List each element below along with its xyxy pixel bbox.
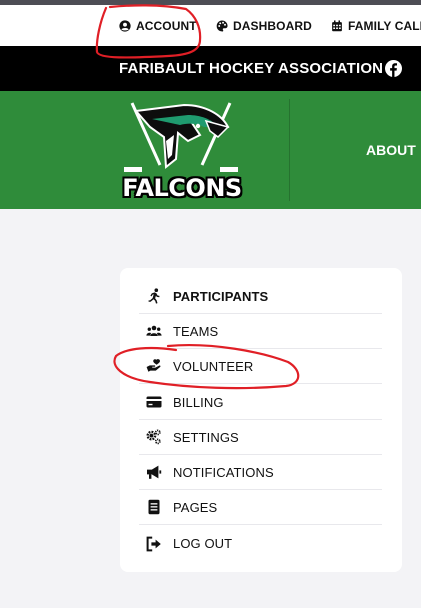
menu-item-participants[interactable]: PARTICIPANTS [139,279,382,314]
megaphone-icon [147,465,162,479]
facebook-icon[interactable] [385,60,402,77]
logo-wordmark: FALCONS [122,174,242,202]
sign-out-icon [146,536,161,551]
menu-item-label: TEAMS [173,323,219,339]
users-icon [146,325,162,336]
menu-item-log-out[interactable]: LOG OUT [139,526,382,561]
running-person-icon [148,288,160,304]
menu-item-billing[interactable]: BILLING [139,385,382,420]
org-header-bar: FARIBAULT HOCKEY ASSOCIATION [0,46,421,91]
menu-item-label: PARTICIPANTS [173,288,269,304]
nav-about-link[interactable]: ABOUT [366,142,416,158]
menu-item-pages[interactable]: PAGES [139,490,382,525]
menu-item-volunteer[interactable]: VOLUNTEER [139,349,382,384]
brand-banner: FALCONS ABOUT [0,91,421,209]
menu-item-label: LOG OUT [173,536,233,551]
family-calendar-link[interactable]: FAMILY CALE [331,5,421,46]
menu-item-label: BILLING [173,394,224,410]
menu-item-label: VOLUNTEER [173,358,254,374]
document-icon [148,499,160,515]
menu-item-label: PAGES [173,499,218,515]
dashboard-label: DASHBOARD [233,18,312,33]
menu-item-label: SETTINGS [173,429,239,445]
menu-item-notifications[interactable]: NOTIFICATIONS [139,455,382,490]
family-calendar-label: FAMILY CALE [348,18,421,33]
menu-item-settings[interactable]: SETTINGS [139,420,382,455]
user-circle-icon [119,19,131,32]
menu-item-label: NOTIFICATIONS [173,464,274,480]
account-link[interactable]: ACCOUNT [119,5,197,46]
calendar-icon [332,19,342,31]
gears-icon [146,429,161,445]
menu-item-teams[interactable]: TEAMS [139,314,382,349]
credit-card-icon [146,396,162,408]
top-utility-nav: ACCOUNT DASHBOARD FAMILY CALE [0,5,421,46]
hand-holding-heart-icon [146,359,161,372]
banner-divider [289,99,290,201]
account-label: ACCOUNT [136,18,197,33]
account-menu-card: PARTICIPANTS TEAMS VOLUNTEER BILLING SET… [120,268,402,572]
org-name: FARIBAULT HOCKEY ASSOCIATION [119,60,384,77]
palette-icon [216,19,228,32]
dashboard-link[interactable]: DASHBOARD [216,5,312,46]
